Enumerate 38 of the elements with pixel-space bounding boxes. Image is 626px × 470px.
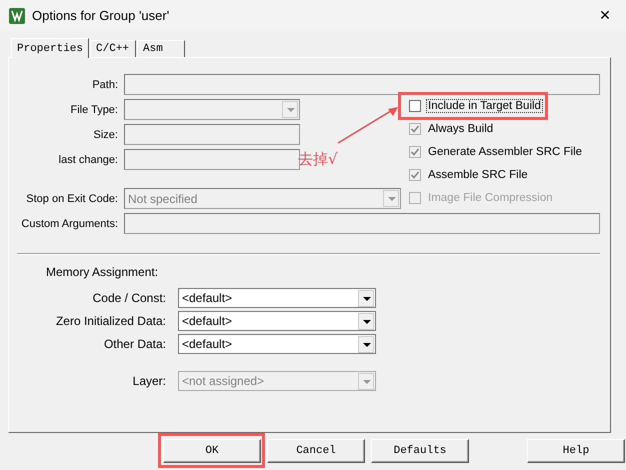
checkbox-label[interactable]: Always Build [426,122,496,136]
field-label: Layer: [132,374,166,388]
field-label: Custom Arguments: [20,218,118,230]
checkbox[interactable] [409,168,421,180]
field-label: Other Data: [102,337,166,351]
dialog-button[interactable]: Cancel [267,439,365,463]
field-label: Path: [91,78,118,90]
close-button[interactable]: ✕ [590,2,620,30]
tab[interactable]: C/C++ [90,40,136,57]
field-label: Code / Const: [92,291,166,305]
checkbox-label[interactable]: Generate Assembler SRC File [426,144,584,158]
tab[interactable]: Asm [137,40,186,57]
field-label: File Type: [70,104,118,116]
tab[interactable]: Properties [11,38,90,58]
section-title: Memory Assignment: [46,265,160,279]
memory-dropdown[interactable]: <default> [178,288,376,308]
field-label: Zero Initialized Data: [54,314,166,328]
checkbox-label[interactable]: Include in Target Build [426,98,543,112]
dialog-button[interactable]: Defaults [371,439,469,463]
checkbox[interactable] [409,100,421,112]
file-type-dropdown[interactable] [124,99,300,120]
memory-dropdown[interactable]: <default> [178,311,376,331]
arguments-field[interactable] [124,213,600,234]
last-change-field[interactable] [124,149,300,170]
app-icon [9,8,25,24]
window-title: Options for Group 'user' [32,8,170,23]
dialog-button[interactable]: Help [527,439,625,463]
annotation-text: 去掉√ [298,150,338,169]
dialog-button[interactable]: OK [163,439,261,463]
memory-dropdown[interactable]: <default> [178,334,376,354]
checkbox[interactable] [409,146,421,158]
path-field[interactable] [124,74,600,95]
checkbox[interactable] [409,122,421,134]
size-field[interactable] [124,124,300,145]
field-label: Size: [92,128,118,140]
field-label: Stop on Exit Code: [25,192,118,204]
field-label: last change: [58,154,118,166]
checkbox-label[interactable]: Assemble SRC File [426,168,530,182]
